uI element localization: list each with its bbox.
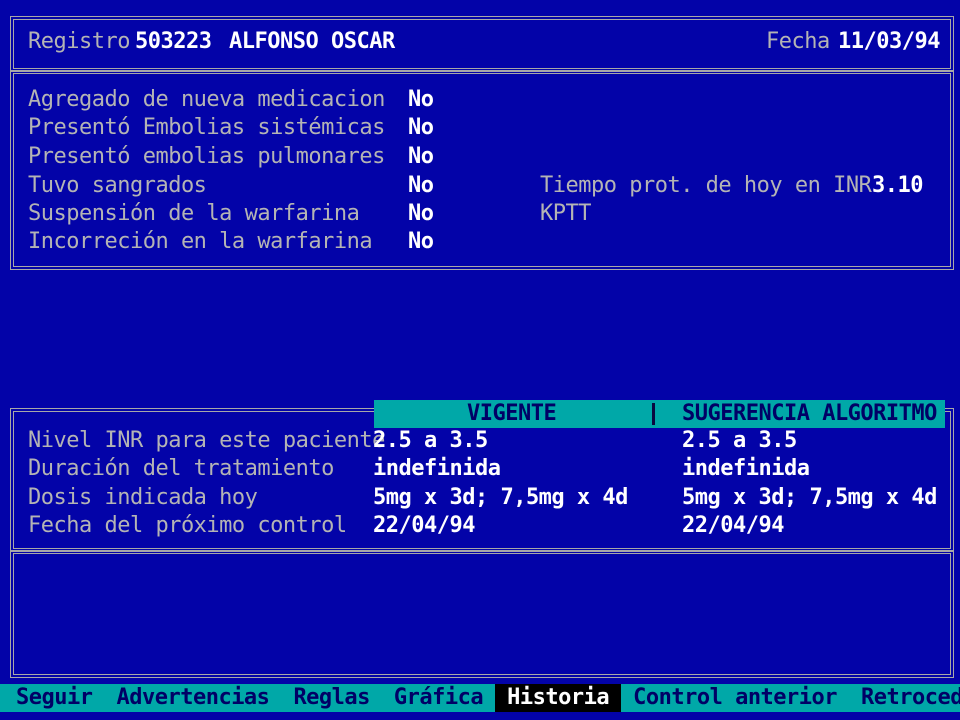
inr-label: Tiempo prot. de hoy en INR [540,173,872,198]
vigente-value[interactable]: indefinida [373,455,501,483]
event-value[interactable]: No [408,86,434,114]
sugerencia-value: 5mg x 3d; 7,5mg x 4d [682,485,937,510]
menu-advertencias[interactable]: Advertencias [104,684,281,712]
treatment-column-header: VIGENTE SUGERENCIA ALGORITMO [374,400,945,428]
event-value[interactable]: No [408,114,434,142]
menu-historia[interactable]: Historia [495,684,622,712]
vigente-value[interactable]: 5mg x 3d; 7,5mg x 4d [373,484,628,512]
vigente-value[interactable]: 2.5 a 3.5 [373,427,488,455]
event-value[interactable]: No [408,172,434,200]
event-label: Suspensión de la warfarina [28,201,360,226]
treatment-label: Dosis indicada hoy [28,485,258,510]
bottom-strip [0,712,960,720]
fecha-value: 11/03/94 [838,29,940,54]
inr-value[interactable]: 3.10 [872,172,923,200]
col-vigente: VIGENTE [467,401,557,426]
vigente-value[interactable]: 22/04/94 [373,512,475,540]
event-value[interactable]: No [408,143,434,171]
menu-grafica[interactable]: Gráfica [382,684,495,712]
event-label: Incorreción en la warfarina [28,229,373,254]
sugerencia-value: indefinida [682,456,810,481]
sugerencia-value: 2.5 a 3.5 [682,428,797,453]
menu-reglas[interactable]: Reglas [281,684,381,712]
event-label: Agregado de nueva medicacion [28,87,385,112]
menu-retroceder[interactable]: Retroceder [849,684,960,712]
sugerencia-value: 22/04/94 [682,513,784,538]
menu-seguir[interactable]: Seguir [0,684,104,712]
main-screen: Registro 503223 ALFONSO OSCAR Fecha 11/0… [0,0,960,720]
message-panel [10,550,954,678]
event-value[interactable]: No [408,228,434,256]
event-label: Presentó Embolias sistémicas [28,115,385,140]
patient-name: ALFONSO OSCAR [229,29,395,54]
registro-label: Registro [28,29,130,54]
treatment-label: Nivel INR para este paciente [28,428,385,453]
event-label: Tuvo sangrados [28,173,207,198]
registro-value: 503223 [135,29,212,54]
treatment-label: Duración del tratamiento [28,456,334,481]
column-divider [652,403,655,425]
col-sugerencia: SUGERENCIA ALGORITMO [682,401,937,426]
treatment-label: Fecha del próximo control [28,513,347,538]
event-value[interactable]: No [408,200,434,228]
event-label: Presentó embolias pulmonares [28,144,385,169]
kptt-label: KPTT [540,201,591,226]
function-menu-bar: Seguir Advertencias Reglas Gráfica Histo… [0,684,960,712]
fecha-label: Fecha [766,29,830,54]
menu-control-anterior[interactable]: Control anterior [621,684,849,712]
